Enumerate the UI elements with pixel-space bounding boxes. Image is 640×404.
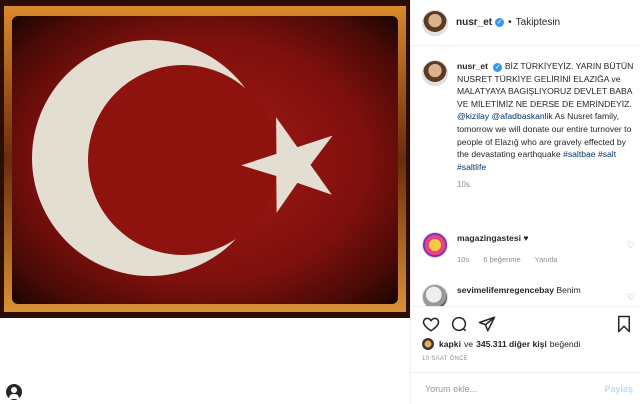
verified-badge-icon: ✓ <box>493 63 503 72</box>
action-bar <box>411 306 640 336</box>
instagram-post-page: nusr_et ✓ • Takiptesin nusr_et ✓ BİZ TÜR… <box>0 0 640 404</box>
liker-username[interactable]: kapki <box>439 339 461 349</box>
turkish-flag-image <box>0 0 410 318</box>
post-panel: nusr_et ✓ • Takiptesin nusr_et ✓ BİZ TÜR… <box>410 0 640 404</box>
post-button[interactable]: Paylaş <box>604 384 633 394</box>
comment-heart-icon[interactable]: ♡ <box>627 292 637 302</box>
comment-icon[interactable] <box>450 315 468 333</box>
comment-input[interactable] <box>425 383 595 394</box>
post-header: nusr_et ✓ • Takiptesin <box>411 0 640 46</box>
comment-username[interactable]: magazingastesi <box>457 233 521 243</box>
reply-button[interactable]: Yanıtla <box>535 255 558 264</box>
comment-item: magazingastesi ♥ 10s 6 beğenme Yanıtla ♡ <box>422 232 637 266</box>
add-comment-bar: Paylaş <box>411 372 640 404</box>
share-icon[interactable] <box>478 315 496 333</box>
author-username[interactable]: nusr_et <box>456 17 492 28</box>
author-avatar[interactable] <box>422 9 448 36</box>
caption-avatar[interactable] <box>422 60 448 86</box>
likes-count[interactable]: 345.311 diğer kişi <box>476 339 547 349</box>
comment-heart-icon[interactable]: ♡ <box>627 240 637 250</box>
post-timestamp: 10 SAAT ÖNCE <box>422 356 469 362</box>
post-image[interactable] <box>0 0 410 318</box>
following-button[interactable]: Takiptesin <box>516 17 560 28</box>
commenter-avatar[interactable] <box>422 232 448 258</box>
separator-dot: • <box>508 17 512 28</box>
comment-text: Benim <box>556 285 581 295</box>
caption-time: 10s <box>457 180 470 190</box>
caption-username[interactable]: nusr_et <box>457 61 488 71</box>
comment-likes[interactable]: 6 beğenme <box>483 255 521 264</box>
likes-summary: kapki ve 345.311 diğer kişi beğendi <box>422 338 580 350</box>
heart-icon[interactable] <box>422 315 440 333</box>
verified-badge-icon: ✓ <box>495 18 505 27</box>
comment-time: 10s <box>457 255 470 264</box>
likes-suffix: beğendi <box>549 339 581 349</box>
post-caption: nusr_et ✓ BİZ TÜRKİYEYİZ. YARIN BÜTÜN NU… <box>422 60 634 192</box>
likes-conjunction: ve <box>463 339 474 349</box>
user-icon[interactable] <box>6 384 22 400</box>
comment-username[interactable]: sevimelifemregencebay <box>457 285 554 295</box>
bookmark-icon[interactable] <box>615 315 633 333</box>
caption-mentions[interactable]: @kizilay @afadbaskanlik <box>457 111 553 121</box>
caption-text: nusr_et ✓ BİZ TÜRKİYEYİZ. YARIN BÜTÜN NU… <box>457 60 634 192</box>
liker-avatar[interactable] <box>422 338 434 350</box>
comment-text: ♥ <box>523 233 529 243</box>
